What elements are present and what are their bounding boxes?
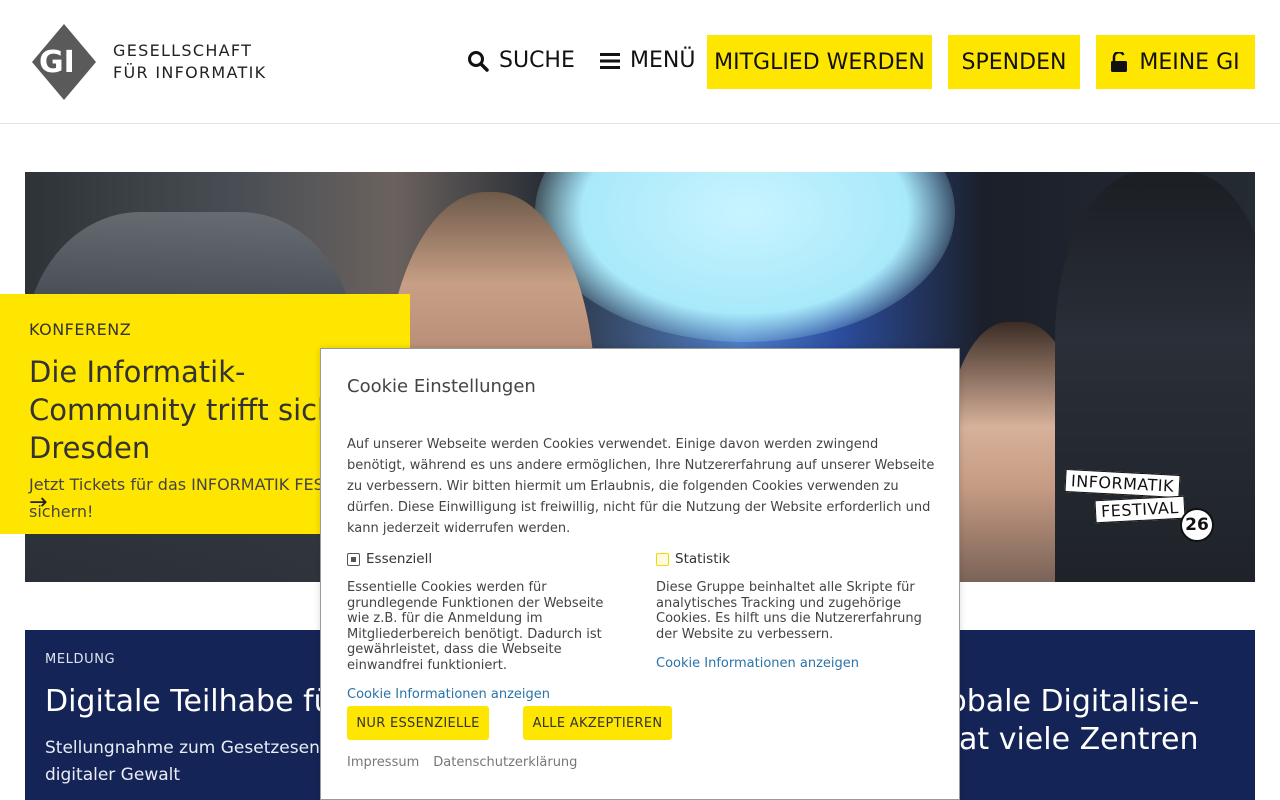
card-title-line-1: lobale Digitalisie-	[940, 684, 1200, 719]
festival-badge: INFORMATIK FESTIVAL 26	[1064, 469, 1215, 542]
card-type: AG	[940, 652, 1255, 667]
checkbox-unchecked-icon[interactable]	[656, 552, 669, 566]
donate-label: SPENDEN	[961, 49, 1067, 75]
imprint-link[interactable]: Impressum	[347, 755, 419, 770]
cookie-dialog: Cookie Einstellungen Auf unserer Webseit…	[320, 348, 960, 800]
festival-badge-number: 26	[1180, 508, 1214, 542]
checkbox-checked-icon[interactable]	[347, 552, 360, 566]
cookie-group-statistics: Statistik Diese Gruppe beinhaltet alle S…	[656, 551, 936, 671]
essential-info-link[interactable]: Cookie Informationen anzeigen	[347, 687, 627, 702]
card-text: n	[940, 773, 1255, 800]
menu-label: MENÜ	[630, 48, 696, 73]
search-button[interactable]: SUCHE	[467, 48, 575, 73]
logo-wordmark[interactable]: GESELLSCHAFT FÜR INFORMATIK	[113, 40, 266, 84]
search-label: SUCHE	[499, 48, 575, 73]
logo-line-2: FÜR INFORMATIK	[113, 63, 267, 82]
festival-badge-line-1: INFORMATIK	[1064, 469, 1181, 498]
essential-checkbox[interactable]: Essenziell	[347, 551, 627, 567]
hero-screen-glow	[535, 172, 955, 342]
donate-button[interactable]: SPENDEN	[948, 35, 1080, 89]
arrow-right-icon[interactable]: →	[29, 490, 47, 515]
cookie-intro-text: Auf unserer Webseite werden Cookies verw…	[347, 437, 935, 536]
card-title-line-2: hat viele Zentren	[940, 722, 1199, 757]
my-gi-label: MEINE GI	[1139, 49, 1240, 75]
privacy-link[interactable]: Datenschutzerklärung	[433, 755, 577, 770]
hamburger-icon	[600, 52, 620, 69]
unlock-icon	[1111, 52, 1128, 72]
essential-description: Essentielle Cookies werden für grundlege…	[347, 580, 604, 673]
cookie-footer-links: Impressum Datenschutzerklärung	[347, 755, 577, 770]
festival-badge-line-2: FESTIVAL	[1094, 495, 1186, 524]
become-member-button[interactable]: MITGLIED WERDEN	[707, 35, 932, 89]
teaser-category: KONFERENZ	[29, 320, 132, 339]
become-member-label: MITGLIED WERDEN	[714, 49, 925, 75]
cookie-group-essential: Essenziell Essentielle Cookies werden fü…	[347, 551, 627, 702]
news-card-right[interactable]: AG lobale Digitalisie- hat viele Zentren…	[930, 630, 1255, 800]
logo-line-1: GESELLSCHAFT	[113, 41, 253, 60]
site-header: GI GESELLSCHAFT FÜR INFORMATIK SUCHE MEN…	[0, 0, 1280, 124]
statistics-label: Statistik	[675, 551, 731, 567]
statistics-description: Diese Gruppe beinhaltet alle Skripte für…	[656, 580, 922, 642]
accept-all-button[interactable]: ALLE AKZEPTIEREN	[523, 706, 672, 740]
svg-text:GI: GI	[39, 45, 75, 80]
cookie-dialog-title: Cookie Einstellungen	[347, 376, 536, 397]
only-essential-button[interactable]: NUR ESSENZIELLE	[347, 706, 489, 740]
statistics-checkbox[interactable]: Statistik	[656, 551, 936, 567]
search-icon	[468, 50, 489, 72]
menu-button[interactable]: MENÜ	[600, 48, 695, 73]
my-gi-button[interactable]: MEINE GI	[1096, 35, 1255, 89]
card-title: lobale Digitalisie- hat viele Zentren	[940, 683, 1255, 759]
essential-label: Essenziell	[366, 551, 433, 567]
statistics-info-link[interactable]: Cookie Informationen anzeigen	[656, 656, 936, 671]
gi-logo[interactable]: GI	[32, 24, 96, 100]
